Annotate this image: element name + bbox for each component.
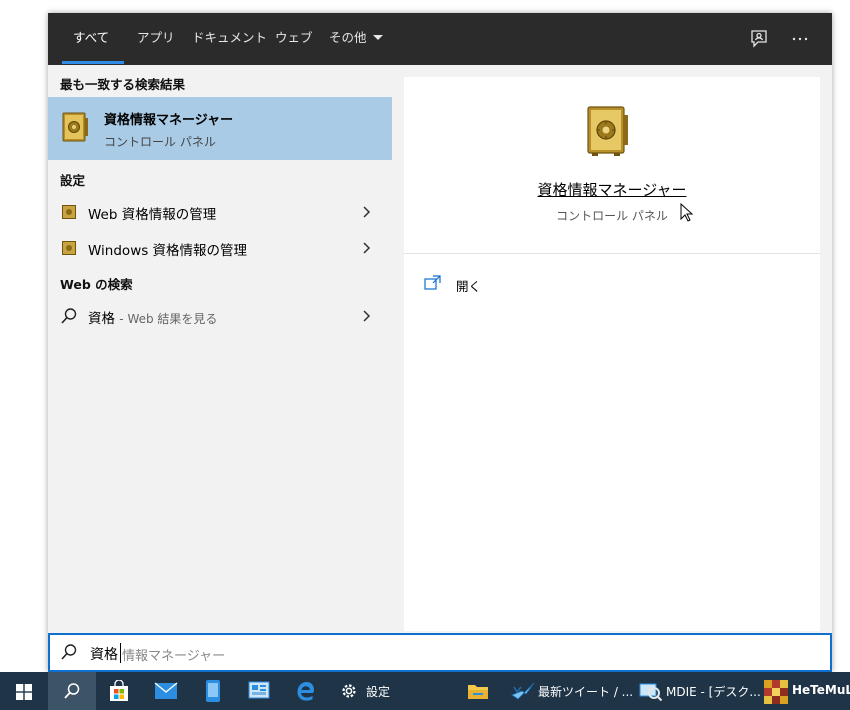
taskbar-mail[interactable] bbox=[142, 672, 190, 710]
taskbar-hetemulu-label: HeTeMuLu bbox=[792, 683, 850, 697]
text-cursor bbox=[120, 643, 121, 663]
tab-web[interactable]: ウェブ bbox=[275, 13, 313, 65]
taskbar-tweet-app[interactable]: 最新ツイート / ... bbox=[506, 672, 634, 710]
best-match-title: 資格情報マネージャー bbox=[104, 113, 234, 128]
web-search-heading: Web の検索 bbox=[60, 277, 133, 292]
mouse-cursor-icon bbox=[680, 203, 694, 222]
chevron-right-icon bbox=[363, 206, 371, 218]
taskbar-mdie-label: MDIE - [デスク... bbox=[666, 685, 761, 699]
chevron-down-icon bbox=[372, 35, 383, 40]
search-autocomplete: 情報マネージャー bbox=[122, 649, 226, 664]
preview-title[interactable]: 資格情報マネージャー bbox=[404, 179, 820, 200]
tab-apps-label: アプリ bbox=[137, 30, 175, 45]
more-options-icon[interactable] bbox=[788, 27, 812, 51]
list-item-web-credentials[interactable]: Web 資格情報の管理 bbox=[48, 195, 392, 229]
list-item-label: Web 資格情報の管理 bbox=[88, 207, 217, 223]
taskbar-search-button[interactable] bbox=[48, 672, 96, 710]
search-tabs-bar: すべて アプリ ドキュメント ウェブ その他 bbox=[48, 13, 832, 65]
tab-web-label: ウェブ bbox=[275, 30, 313, 45]
active-tab-indicator bbox=[62, 61, 124, 64]
taskbar-file-explorer[interactable] bbox=[458, 672, 498, 710]
taskbar-settings-label: 設定 bbox=[366, 685, 391, 699]
results-list: 最も一致する検索結果 資格情報マネージャー コントロール パネル 設定 Web … bbox=[48, 65, 392, 633]
credential-manager-safe-icon bbox=[62, 112, 88, 142]
taskbar-store[interactable] bbox=[96, 672, 142, 710]
taskbar-hetemulu[interactable]: HeTeMuLu bbox=[762, 672, 850, 710]
tab-documents-label: ドキュメント bbox=[192, 30, 268, 45]
web-search-text: 資格 - Web 結果を見る bbox=[88, 307, 217, 327]
taskbar-settings[interactable]: 設定 bbox=[330, 672, 408, 710]
tab-more[interactable]: その他 bbox=[329, 13, 383, 65]
open-action-label: 開く bbox=[456, 279, 482, 294]
chevron-right-icon bbox=[363, 310, 371, 322]
credential-settings-icon bbox=[62, 205, 76, 219]
web-search-query: 資格 bbox=[88, 311, 115, 327]
edge-browser-icon bbox=[297, 682, 314, 701]
settings-heading: 設定 bbox=[60, 173, 86, 188]
web-search-hint: - Web 結果を見る bbox=[119, 312, 218, 326]
mosaic-app-icon bbox=[764, 680, 788, 704]
taskbar-control-panel[interactable] bbox=[236, 672, 282, 710]
store-icon bbox=[110, 680, 128, 701]
taskbar-tweet-label: 最新ツイート / ... bbox=[538, 685, 634, 699]
taskbar: 設定 最新ツイート / ... MDIE - [デスク... HeTeMuLu bbox=[0, 672, 850, 710]
tab-all-label: すべて bbox=[73, 30, 110, 45]
search-icon bbox=[61, 308, 77, 324]
taskbar-edge[interactable] bbox=[282, 672, 328, 710]
preview-pane: 資格情報マネージャー コントロール パネル 開く bbox=[404, 77, 820, 631]
feedback-icon[interactable] bbox=[747, 27, 771, 51]
chevron-right-icon bbox=[363, 242, 371, 254]
best-match-result[interactable]: 資格情報マネージャー コントロール パネル bbox=[48, 97, 392, 160]
best-match-heading: 最も一致する検索結果 bbox=[60, 77, 186, 92]
preview-subtitle: コントロール パネル bbox=[556, 209, 668, 223]
gear-icon bbox=[342, 684, 356, 698]
list-item-label: Windows 資格情報の管理 bbox=[88, 243, 248, 259]
tab-more-label: その他 bbox=[329, 30, 367, 45]
best-match-subtitle: コントロール パネル bbox=[104, 135, 216, 149]
search-panel: すべて アプリ ドキュメント ウェブ その他 最も一致する検索結果 資格情報マネ… bbox=[48, 13, 832, 672]
search-icon bbox=[64, 683, 80, 699]
magnifier-app-icon bbox=[639, 683, 663, 702]
search-typed-text: 資格 bbox=[90, 647, 118, 663]
tab-apps[interactable]: アプリ bbox=[137, 13, 175, 65]
phone-icon bbox=[206, 680, 220, 702]
control-panel-icon bbox=[248, 681, 270, 699]
tab-all[interactable]: すべて bbox=[73, 13, 109, 65]
credential-manager-safe-icon bbox=[587, 106, 628, 156]
taskbar-mdie[interactable]: MDIE - [デスク... bbox=[636, 672, 761, 710]
mail-icon bbox=[154, 682, 178, 699]
windows-logo-icon bbox=[16, 684, 32, 700]
search-icon bbox=[61, 644, 77, 660]
taskbar-phone-app[interactable] bbox=[190, 672, 236, 710]
tab-documents[interactable]: ドキュメント bbox=[192, 13, 267, 65]
search-input[interactable]: 資格 情報マネージャー bbox=[48, 633, 832, 672]
open-external-icon bbox=[424, 275, 441, 290]
preview-divider bbox=[404, 253, 820, 254]
list-item-windows-credentials[interactable]: Windows 資格情報の管理 bbox=[48, 231, 392, 265]
list-item-web-search[interactable]: 資格 - Web 結果を見る bbox=[48, 299, 392, 333]
bird-app-icon bbox=[511, 682, 535, 700]
folder-icon bbox=[468, 685, 488, 699]
start-button[interactable] bbox=[0, 672, 48, 710]
credential-settings-icon bbox=[62, 241, 76, 255]
